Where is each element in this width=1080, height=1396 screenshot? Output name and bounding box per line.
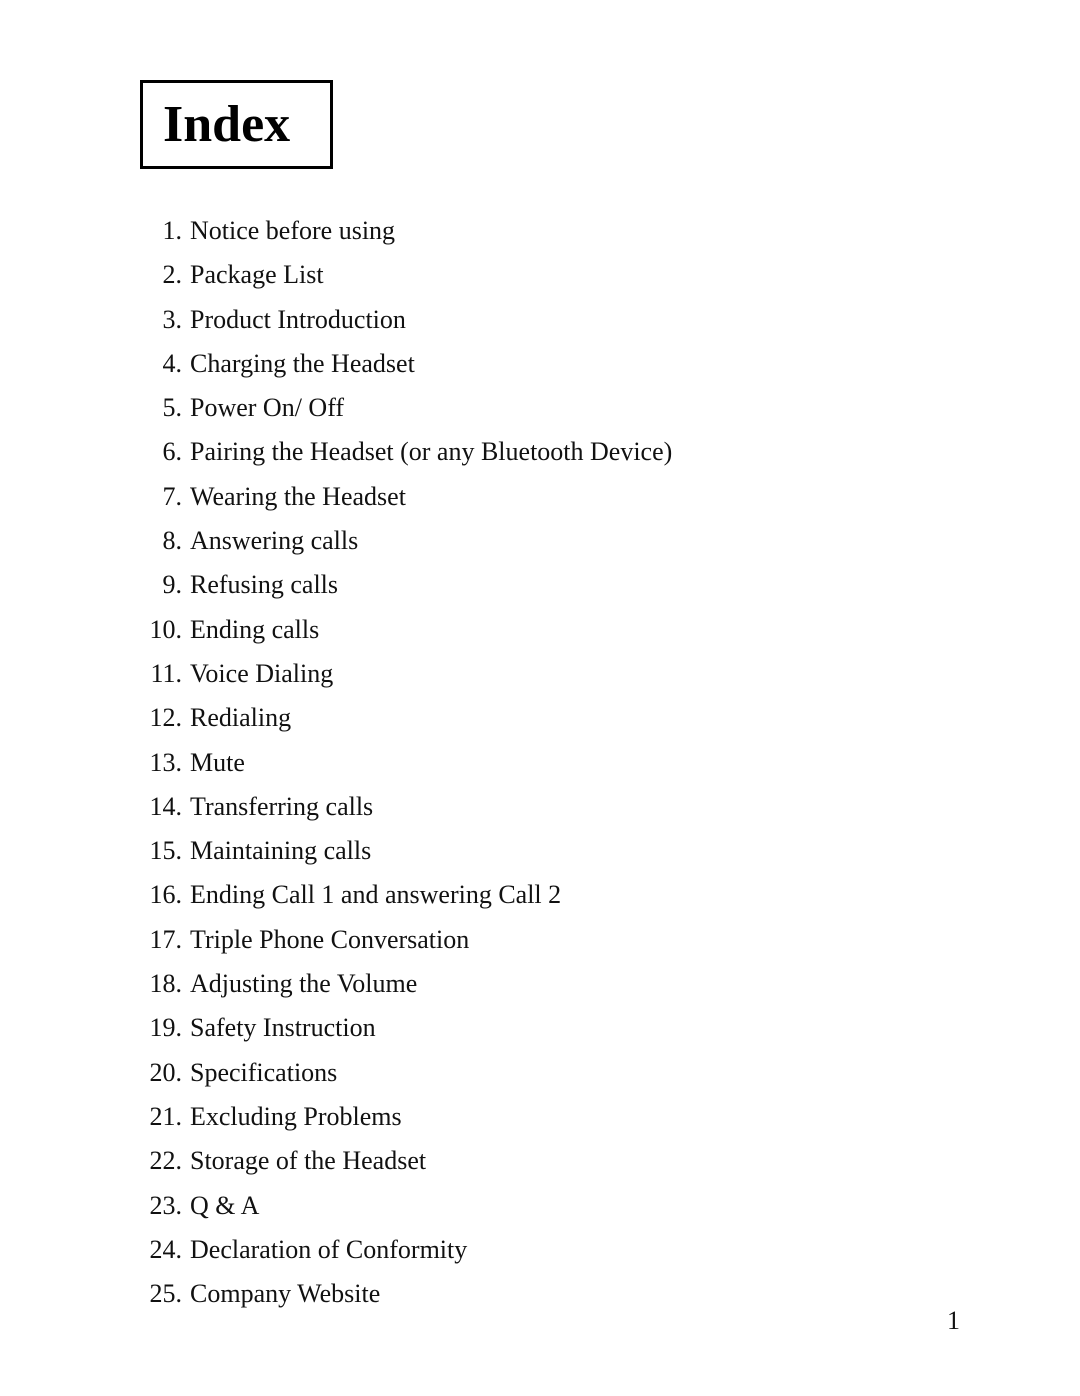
item-text: Company Website bbox=[190, 1274, 380, 1314]
list-item: 20.Specifications bbox=[140, 1051, 960, 1095]
item-number: 18. bbox=[140, 964, 182, 1004]
item-text: Storage of the Headset bbox=[190, 1141, 426, 1181]
item-number: 7. bbox=[140, 477, 182, 517]
item-number: 21. bbox=[140, 1097, 182, 1137]
item-text: Wearing the Headset bbox=[190, 477, 406, 517]
index-list: 1.Notice before using2.Package List3.Pro… bbox=[140, 209, 960, 1316]
list-item: 6.Pairing the Headset (or any Bluetooth … bbox=[140, 430, 960, 474]
item-text: Mute bbox=[190, 743, 245, 783]
list-item: 15.Maintaining calls bbox=[140, 829, 960, 873]
item-number: 24. bbox=[140, 1230, 182, 1270]
list-item: 9.Refusing calls bbox=[140, 563, 960, 607]
item-text: Declaration of Conformity bbox=[190, 1230, 467, 1270]
item-number: 8. bbox=[140, 521, 182, 561]
list-item: 16.Ending Call 1 and answering Call 2 bbox=[140, 873, 960, 917]
item-number: 12. bbox=[140, 698, 182, 738]
item-text: Ending calls bbox=[190, 610, 319, 650]
index-title-box: Index bbox=[140, 80, 333, 169]
list-item: 10.Ending calls bbox=[140, 608, 960, 652]
item-number: 15. bbox=[140, 831, 182, 871]
item-text: Power On/ Off bbox=[190, 388, 344, 428]
item-number: 13. bbox=[140, 743, 182, 783]
item-number: 25. bbox=[140, 1274, 182, 1314]
list-item: 4.Charging the Headset bbox=[140, 342, 960, 386]
item-text: Q & A bbox=[190, 1186, 259, 1226]
item-text: Excluding Problems bbox=[190, 1097, 402, 1137]
item-text: Product Introduction bbox=[190, 300, 406, 340]
item-number: 9. bbox=[140, 565, 182, 605]
item-text: Redialing bbox=[190, 698, 291, 738]
list-item: 19.Safety Instruction bbox=[140, 1006, 960, 1050]
list-item: 18.Adjusting the Volume bbox=[140, 962, 960, 1006]
list-item: 14.Transferring calls bbox=[140, 785, 960, 829]
item-text: Ending Call 1 and answering Call 2 bbox=[190, 875, 561, 915]
item-text: Specifications bbox=[190, 1053, 337, 1093]
list-item: 13.Mute bbox=[140, 741, 960, 785]
item-text: Safety Instruction bbox=[190, 1008, 376, 1048]
item-text: Pairing the Headset (or any Bluetooth De… bbox=[190, 432, 672, 472]
item-number: 4. bbox=[140, 344, 182, 384]
item-number: 16. bbox=[140, 875, 182, 915]
item-number: 1. bbox=[140, 211, 182, 251]
list-item: 2.Package List bbox=[140, 253, 960, 297]
item-number: 23. bbox=[140, 1186, 182, 1226]
list-item: 24.Declaration of Conformity bbox=[140, 1228, 960, 1272]
item-text: Package List bbox=[190, 255, 324, 295]
item-text: Answering calls bbox=[190, 521, 358, 561]
item-number: 6. bbox=[140, 432, 182, 472]
list-item: 25.Company Website bbox=[140, 1272, 960, 1316]
list-item: 11.Voice Dialing bbox=[140, 652, 960, 696]
item-text: Adjusting the Volume bbox=[190, 964, 417, 1004]
list-item: 12.Redialing bbox=[140, 696, 960, 740]
item-number: 17. bbox=[140, 920, 182, 960]
item-text: Triple Phone Conversation bbox=[190, 920, 469, 960]
item-text: Charging the Headset bbox=[190, 344, 415, 384]
list-item: 17.Triple Phone Conversation bbox=[140, 918, 960, 962]
list-item: 23.Q & A bbox=[140, 1184, 960, 1228]
item-text: Maintaining calls bbox=[190, 831, 371, 871]
list-item: 21.Excluding Problems bbox=[140, 1095, 960, 1139]
item-number: 14. bbox=[140, 787, 182, 827]
list-item: 8.Answering calls bbox=[140, 519, 960, 563]
item-text: Transferring calls bbox=[190, 787, 373, 827]
item-number: 10. bbox=[140, 610, 182, 650]
item-text: Notice before using bbox=[190, 211, 395, 251]
item-number: 20. bbox=[140, 1053, 182, 1093]
item-number: 11. bbox=[140, 654, 182, 694]
item-number: 3. bbox=[140, 300, 182, 340]
list-item: 3.Product Introduction bbox=[140, 298, 960, 342]
page-number: 1 bbox=[947, 1306, 960, 1336]
list-item: 22.Storage of the Headset bbox=[140, 1139, 960, 1183]
item-number: 22. bbox=[140, 1141, 182, 1181]
list-item: 5.Power On/ Off bbox=[140, 386, 960, 430]
page-title: Index bbox=[163, 95, 290, 154]
item-number: 5. bbox=[140, 388, 182, 428]
item-number: 2. bbox=[140, 255, 182, 295]
list-item: 7.Wearing the Headset bbox=[140, 475, 960, 519]
list-item: 1.Notice before using bbox=[140, 209, 960, 253]
item-text: Refusing calls bbox=[190, 565, 338, 605]
item-number: 19. bbox=[140, 1008, 182, 1048]
item-text: Voice Dialing bbox=[190, 654, 333, 694]
